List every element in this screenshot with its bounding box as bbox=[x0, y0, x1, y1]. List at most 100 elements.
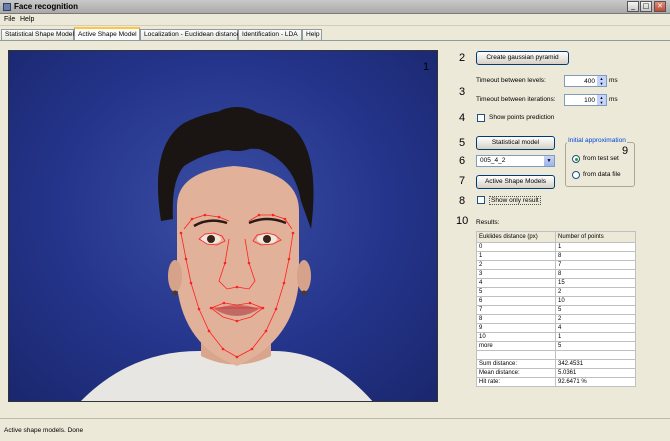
tab-statistical-shape-model[interactable]: Statistical Shape Model bbox=[1, 29, 74, 40]
table-row[interactable]: 38 bbox=[476, 269, 636, 279]
model-select[interactable]: 005_4_2 ▼ bbox=[476, 155, 555, 167]
distance-cell: 0 bbox=[476, 242, 556, 252]
tab-identification-lda[interactable]: Identification - LDA bbox=[238, 29, 302, 40]
table-row[interactable]: 75 bbox=[476, 305, 636, 315]
summary-label: Mean distance: bbox=[476, 367, 556, 378]
minimize-button[interactable]: _ bbox=[627, 1, 639, 12]
points-cell: 7 bbox=[555, 260, 636, 270]
active-shape-models-button[interactable]: Active Shape Models bbox=[476, 175, 555, 189]
table-row[interactable]: more 5 bbox=[476, 341, 636, 351]
points-cell: 2 bbox=[555, 314, 636, 324]
table-row-spacer bbox=[476, 350, 636, 360]
distance-cell: 8 bbox=[476, 314, 556, 324]
table-row[interactable]: 6 10 bbox=[476, 296, 636, 306]
tab-localization[interactable]: Localization - Euclidean distance bbox=[140, 29, 240, 40]
annotation-number-6: 6 bbox=[459, 155, 466, 167]
timeout-levels-unit: ms bbox=[609, 77, 618, 84]
annotation-number-4: 4 bbox=[459, 112, 466, 124]
points-cell: 8 bbox=[555, 269, 636, 279]
column-header-distance[interactable]: Euklides distance (px) bbox=[476, 231, 556, 243]
table-row[interactable]: 82 bbox=[476, 314, 636, 324]
initial-approximation-group bbox=[565, 142, 635, 187]
statistical-model-button[interactable]: Statistical model bbox=[476, 136, 555, 150]
show-only-result-checkbox[interactable] bbox=[477, 196, 485, 204]
menu-help[interactable]: Help bbox=[20, 16, 34, 23]
table-row[interactable]: 10 1 bbox=[476, 332, 636, 342]
show-points-prediction-checkbox[interactable] bbox=[477, 114, 485, 122]
distance-cell: 4 bbox=[476, 278, 556, 288]
column-header-points[interactable]: Number of points bbox=[555, 231, 636, 243]
menu-file[interactable]: File bbox=[4, 16, 15, 23]
show-points-prediction-label: Show points prediction bbox=[489, 114, 555, 121]
points-cell: 10 bbox=[555, 296, 636, 306]
app-icon bbox=[3, 3, 11, 11]
distance-cell: 6 bbox=[476, 296, 556, 306]
timeout-iterations-spinner[interactable]: ▲▼ bbox=[564, 94, 607, 106]
distance-cell: 5 bbox=[476, 287, 556, 297]
model-select-value: 005_4_2 bbox=[480, 157, 506, 164]
table-row[interactable]: 18 bbox=[476, 251, 636, 261]
points-cell: 15 bbox=[555, 278, 636, 288]
menu-bar: File Help bbox=[0, 14, 670, 26]
timeout-levels-spinner[interactable]: ▲▼ bbox=[564, 75, 607, 87]
maximize-button[interactable]: □ bbox=[640, 1, 652, 12]
tab-panel-border bbox=[0, 40, 670, 41]
table-row[interactable]: 27 bbox=[476, 260, 636, 270]
points-cell: 2 bbox=[555, 287, 636, 297]
distance-cell: 10 bbox=[476, 332, 556, 342]
spinner-arrows-icon[interactable]: ▲ ▼ bbox=[597, 95, 606, 105]
status-text: Active shape models. Done bbox=[4, 427, 84, 434]
summary-label: Hit rate: bbox=[476, 376, 556, 387]
distance-cell: more bbox=[476, 341, 556, 351]
annotation-number-10: 10 bbox=[456, 215, 469, 227]
distance-cell: 9 bbox=[476, 323, 556, 333]
distance-cell: 1 bbox=[476, 251, 556, 261]
table-row[interactable]: 94 bbox=[476, 323, 636, 333]
table-row[interactable]: 01 bbox=[476, 242, 636, 252]
annotation-number-2: 2 bbox=[459, 52, 466, 64]
show-only-result-label: Show only result bbox=[489, 196, 541, 205]
window-title: Face recognition bbox=[14, 2, 79, 11]
timeout-iterations-unit: ms bbox=[609, 96, 618, 103]
annotation-number-8: 8 bbox=[459, 195, 466, 207]
summary-value: 92.6471 % bbox=[555, 376, 636, 387]
from-test-set-radio[interactable] bbox=[572, 155, 580, 163]
points-cell: 5 bbox=[555, 341, 636, 351]
summary-row[interactable]: Sum distance: 342.4531 bbox=[476, 358, 636, 369]
summary-row[interactable]: Mean distance: 5.0361 bbox=[476, 367, 636, 378]
title-bar: Face recognition _ □ ✕ bbox=[0, 0, 670, 14]
status-bar: Active shape models. Done bbox=[0, 418, 670, 441]
chevron-down-icon[interactable]: ▼ bbox=[544, 156, 554, 166]
table-row[interactable]: 4 15 bbox=[476, 278, 636, 288]
annotation-number-7: 7 bbox=[459, 175, 466, 187]
distance-cell: 7 bbox=[476, 305, 556, 315]
points-cell: 1 bbox=[555, 332, 636, 342]
from-data-file-label: from data file bbox=[583, 171, 621, 178]
points-cell: 4 bbox=[555, 323, 636, 333]
summary-label: Sum distance: bbox=[476, 358, 556, 369]
tab-help[interactable]: Help bbox=[302, 29, 322, 40]
points-cell: 1 bbox=[555, 242, 636, 252]
results-table: Euklides distance (px) Number of points … bbox=[476, 231, 636, 387]
table-header-row: Euklides distance (px) Number of points bbox=[476, 231, 636, 243]
close-button[interactable]: ✕ bbox=[654, 1, 666, 12]
create-gaussian-pyramid-button[interactable]: Create gaussian pyramid bbox=[476, 51, 569, 65]
initial-approximation-title: Initial approximation bbox=[567, 137, 627, 144]
summary-value: 5.0361 bbox=[555, 367, 636, 378]
points-cell: 8 bbox=[555, 251, 636, 261]
from-test-set-label: from test set bbox=[583, 155, 619, 162]
tab-active-shape-model[interactable]: Active Shape Model bbox=[74, 27, 140, 40]
points-cell: 5 bbox=[555, 305, 636, 315]
annotation-number-3: 3 bbox=[459, 86, 466, 98]
annotation-number-1: 1 bbox=[423, 61, 430, 73]
timeout-levels-label: Timeout between levels: bbox=[476, 77, 546, 84]
face-image: 1 bbox=[8, 50, 438, 402]
face-drawing bbox=[81, 107, 373, 401]
from-data-file-radio[interactable] bbox=[572, 171, 580, 179]
spinner-arrows-icon[interactable]: ▲ ▼ bbox=[597, 76, 606, 86]
table-row[interactable]: 52 bbox=[476, 287, 636, 297]
summary-value: 342.4531 bbox=[555, 358, 636, 369]
summary-row[interactable]: Hit rate: 92.6471 % bbox=[476, 376, 636, 387]
results-title: Results: bbox=[476, 219, 500, 226]
distance-cell: 3 bbox=[476, 269, 556, 279]
